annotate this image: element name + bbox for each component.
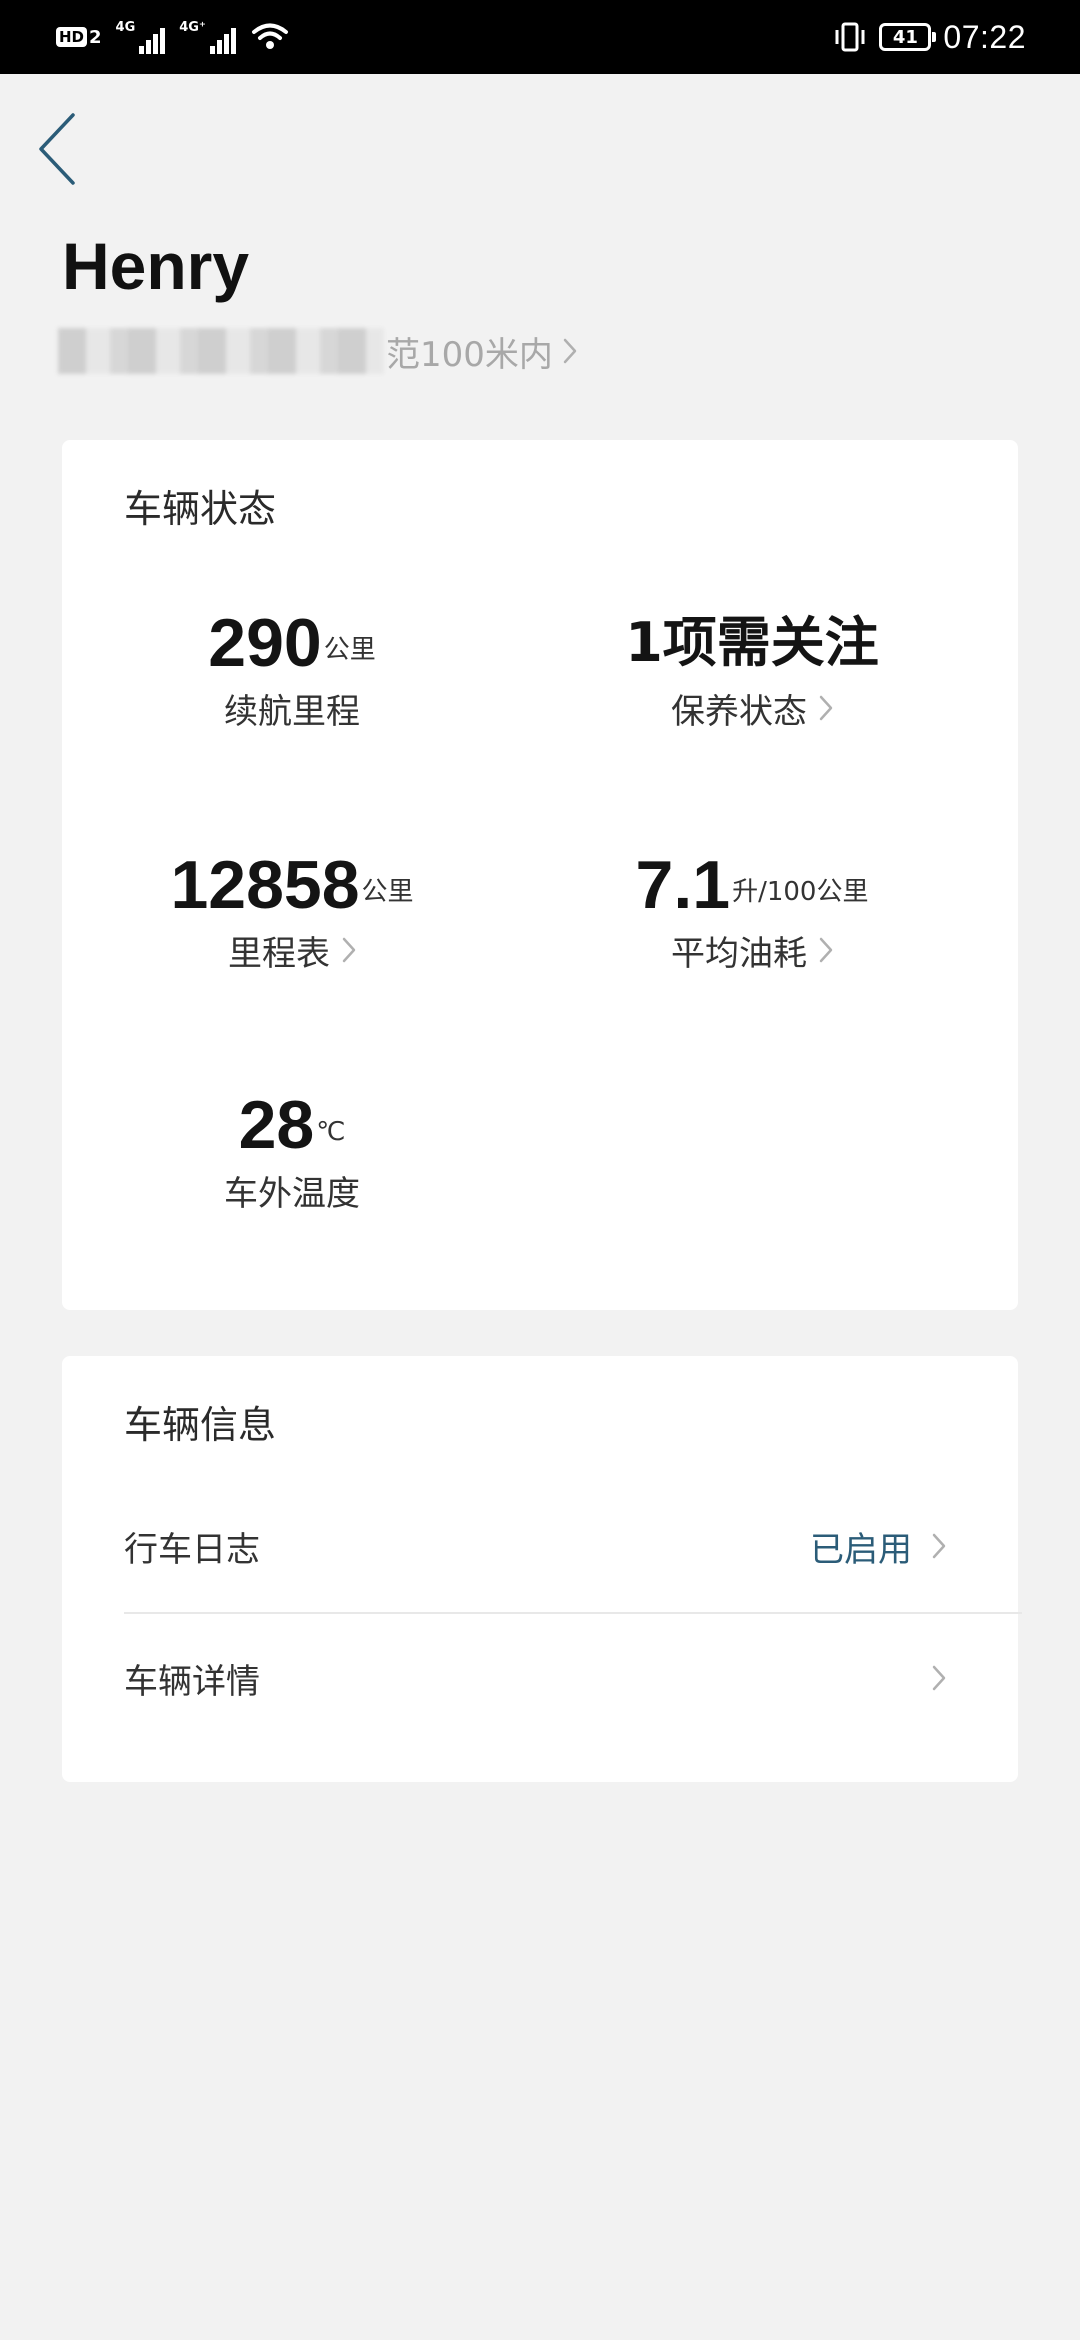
chevron-right-icon bbox=[819, 937, 833, 963]
hd-label: HD bbox=[56, 27, 88, 47]
driving-log-status: 已启用 bbox=[810, 1529, 912, 1570]
vehicle-status-title: 车辆状态 bbox=[124, 487, 277, 531]
battery-icon: 41 bbox=[879, 23, 937, 51]
vehicle-info-title: 车辆信息 bbox=[124, 1403, 277, 1447]
odometer-value: 12858 bbox=[170, 847, 360, 923]
vibrate-icon bbox=[835, 22, 865, 52]
chevron-right-icon bbox=[819, 695, 833, 721]
temperature-unit: ℃ bbox=[316, 1117, 346, 1147]
driving-log-row[interactable]: 行车日志 已启用 bbox=[124, 1498, 956, 1594]
signal-4g-icon: 4G bbox=[116, 20, 166, 54]
vehicle-details-label: 车辆详情 bbox=[124, 1661, 260, 1702]
range-unit: 公里 bbox=[323, 635, 376, 665]
vehicle-status-card: 车辆状态 290 公里 续航里程 1项需关注 保养状态 12858 公里 里程表 bbox=[62, 440, 1018, 1310]
outside-temperature-stat: 28 ℃ 车外温度 bbox=[62, 1072, 522, 1214]
hd-voice-icon: HD 2 bbox=[56, 27, 102, 48]
range-stat: 290 公里 续航里程 bbox=[62, 590, 522, 732]
divider bbox=[124, 1612, 1022, 1614]
status-left: HD 2 4G 4G⁺ bbox=[56, 16, 290, 58]
signal-4g-plus-icon: 4G⁺ bbox=[179, 20, 236, 54]
location-row[interactable]: 范100米内 bbox=[58, 328, 577, 375]
chevron-right-icon bbox=[563, 338, 577, 364]
temperature-value: 28 bbox=[238, 1087, 315, 1163]
battery-level: 41 bbox=[892, 26, 918, 48]
chevron-right-icon bbox=[932, 1533, 946, 1559]
vehicle-details-row[interactable]: 车辆详情 bbox=[124, 1630, 956, 1726]
fuel-consumption-unit: 升/100公里 bbox=[732, 877, 869, 907]
status-right: 41 07:22 bbox=[833, 14, 1026, 60]
location-distance-text: 范100米内 bbox=[386, 334, 553, 375]
range-label: 续航里程 bbox=[224, 691, 360, 732]
fuel-consumption-label: 平均油耗 bbox=[671, 933, 807, 974]
status-bar: HD 2 4G 4G⁺ 41 07:22 bbox=[0, 0, 1080, 74]
fuel-consumption-stat[interactable]: 7.1 升/100公里 平均油耗 bbox=[522, 832, 982, 974]
network-type-label-2: 4G⁺ bbox=[179, 20, 206, 35]
fuel-consumption-value: 7.1 bbox=[635, 847, 731, 923]
page-title: Henry bbox=[62, 229, 250, 303]
odometer-label: 里程表 bbox=[228, 933, 330, 974]
odometer-unit: 公里 bbox=[361, 877, 414, 907]
maintenance-stat[interactable]: 1项需关注 保养状态 bbox=[522, 590, 982, 732]
chevron-right-icon bbox=[932, 1665, 946, 1691]
odometer-stat[interactable]: 12858 公里 里程表 bbox=[62, 832, 522, 974]
sim-label: 2 bbox=[89, 26, 102, 48]
vehicle-info-card: 车辆信息 行车日志 已启用 车辆详情 bbox=[62, 1356, 1022, 1782]
maintenance-value: 1项需关注 bbox=[625, 611, 879, 674]
range-value: 290 bbox=[208, 605, 322, 681]
back-button[interactable] bbox=[26, 104, 86, 194]
chevron-left-icon bbox=[39, 113, 75, 185]
wifi-icon bbox=[251, 23, 288, 49]
redacted-location bbox=[58, 328, 384, 374]
clock: 07:22 bbox=[943, 18, 1026, 55]
maintenance-label: 保养状态 bbox=[671, 691, 807, 732]
temperature-label: 车外温度 bbox=[224, 1173, 360, 1214]
chevron-right-icon bbox=[342, 937, 356, 963]
network-type-label: 4G bbox=[115, 20, 136, 35]
driving-log-label: 行车日志 bbox=[124, 1529, 260, 1570]
